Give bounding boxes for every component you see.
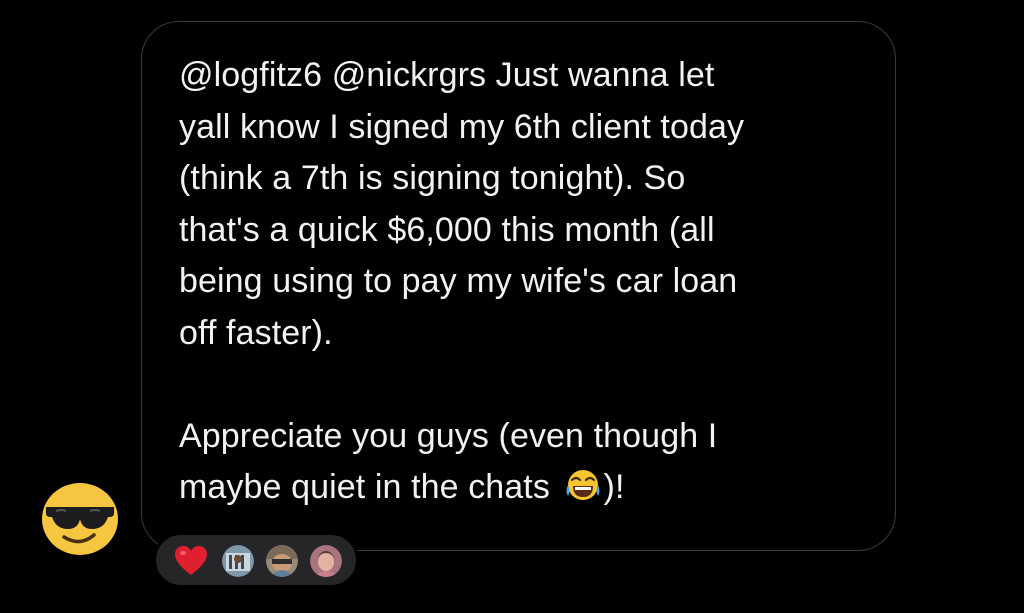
- message-line-part: )!: [603, 468, 625, 506]
- sender-avatar[interactable]: [38, 481, 122, 557]
- message-line: (think a 7th is signing tonight). So: [179, 159, 686, 197]
- message-paragraph-1: @logfitz6 @nickrgrs Just wanna let yall …: [179, 50, 869, 359]
- message-line: yall know I signed my 6th client today: [179, 107, 745, 146]
- message-line-part: maybe quiet in the chats: [179, 468, 550, 506]
- message-line: Appreciate you guys (even though I: [179, 416, 718, 455]
- reactor-avatar-3[interactable]: [310, 545, 342, 577]
- message-line: that's a quick $6,000 this month (all: [179, 210, 715, 249]
- face-with-tears-of-joy-icon: [566, 470, 600, 500]
- message-line-with-emoji: maybe quiet in the chats )!: [179, 462, 869, 514]
- message-line: being using to pay my wife's car loan: [179, 262, 738, 300]
- reactions-pill[interactable]: [153, 532, 359, 588]
- message-line: off faster).: [179, 313, 333, 352]
- reactor-avatar-1[interactable]: [222, 545, 254, 577]
- message-paragraph-2: Appreciate you guys (even though I maybe…: [179, 411, 869, 514]
- message-line: @logfitz6 @nickrgrs Just wanna let: [179, 56, 715, 94]
- smiling-face-with-sunglasses-icon: [42, 483, 118, 555]
- reactor-avatar-2[interactable]: [266, 545, 298, 577]
- message-text: @logfitz6 @nickrgrs Just wanna let yall …: [179, 50, 869, 514]
- red-heart-icon: [175, 546, 207, 575]
